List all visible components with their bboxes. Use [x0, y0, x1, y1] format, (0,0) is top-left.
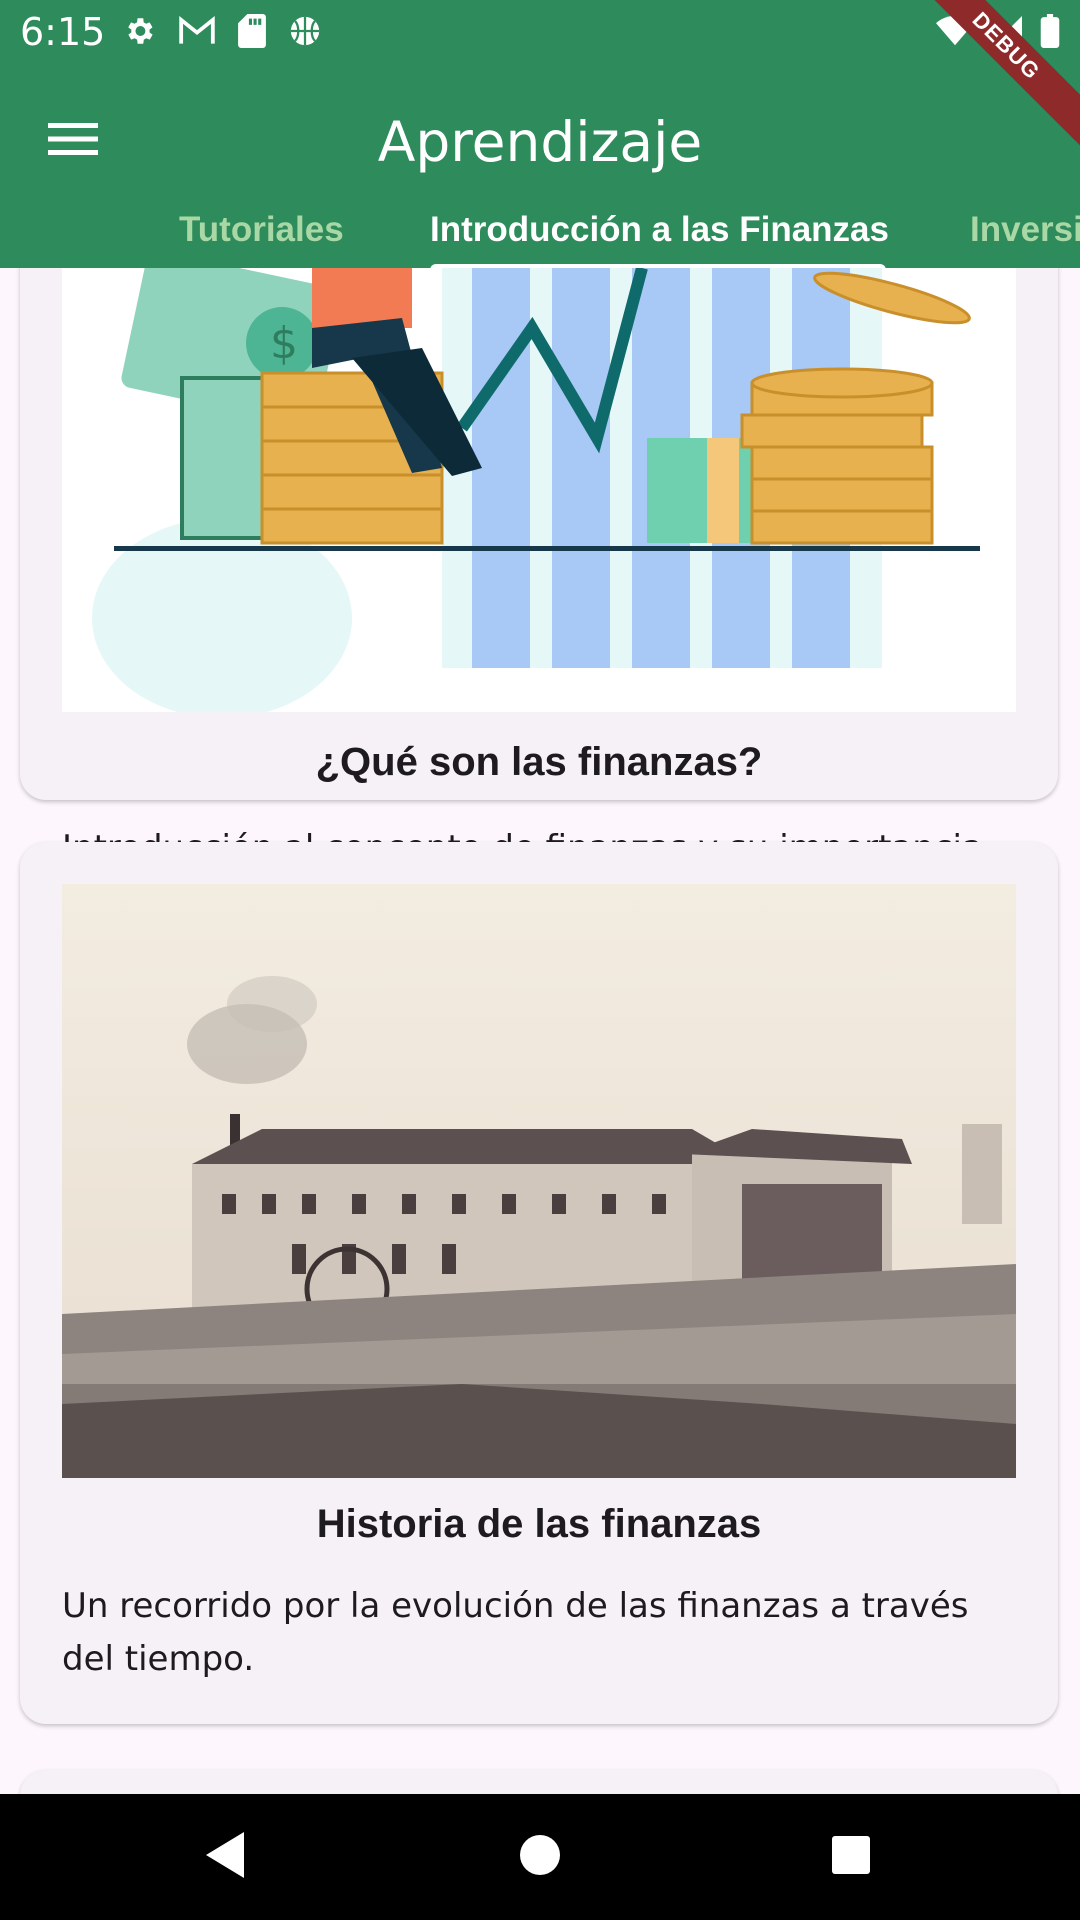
tab-inversiones[interactable]: Inversi	[970, 208, 1080, 252]
recents-button[interactable]	[820, 1826, 882, 1888]
tab-introduccion-finanzas[interactable]: Introducción a las Finanzas	[430, 208, 889, 252]
status-time: 6:15	[20, 10, 106, 54]
app-bar: Aprendizaje Tutoriales Introducción a la…	[0, 64, 1080, 268]
gear-icon	[122, 14, 156, 53]
tab-tutoriales[interactable]: Tutoriales	[179, 208, 344, 252]
finance-illustration: $	[62, 268, 1016, 712]
home-button[interactable]	[509, 1826, 571, 1888]
system-nav-bar	[0, 1794, 1080, 1920]
recents-icon	[830, 1834, 872, 1881]
tab-bar: Tutoriales Introducción a las Finanzas I…	[0, 204, 1080, 268]
card-title: Historia de las finanzas	[316, 1502, 762, 1546]
historical-factory-image	[62, 884, 1016, 1478]
battery-icon	[1040, 14, 1060, 53]
card-title: ¿Qué son las finanzas?	[315, 740, 763, 784]
card-que-son-finanzas[interactable]: $ ¿Qué son las finanzas?	[20, 268, 1058, 921]
sd-card-icon	[238, 14, 266, 53]
card-next[interactable]	[20, 1770, 1058, 1794]
card-historia-finanzas[interactable]: Historia de las finanzas Un recorrido po…	[20, 842, 1058, 1724]
back-icon	[204, 1830, 248, 1885]
basketball-icon	[288, 14, 322, 53]
page-title: Aprendizaje	[377, 110, 703, 174]
card-description: Un recorrido por la evolución de las fin…	[62, 1586, 969, 1679]
home-icon	[518, 1833, 562, 1882]
back-button[interactable]	[195, 1826, 257, 1888]
svg-text:$: $	[270, 318, 298, 369]
gmail-icon	[178, 15, 216, 51]
card-list[interactable]: $ ¿Qué son las finanzas? Historia de las…	[0, 268, 1080, 1794]
status-icons-left	[122, 14, 322, 53]
status-bar: 6:15	[0, 0, 1080, 64]
